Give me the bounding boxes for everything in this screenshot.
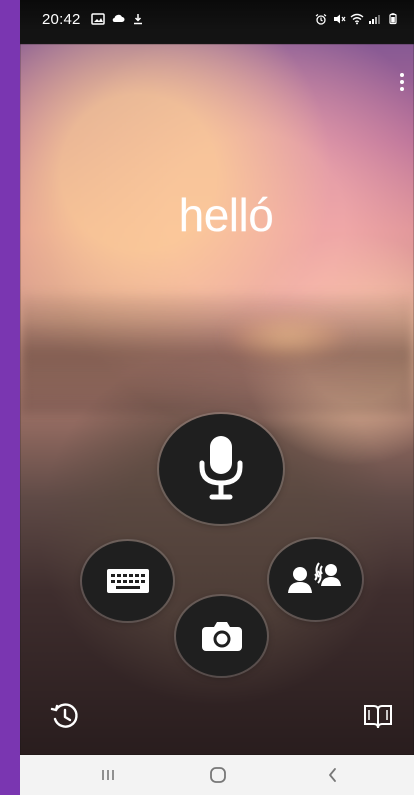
- system-navigation-bar: [20, 755, 414, 795]
- more-vertical-icon: [400, 73, 404, 77]
- voice-button[interactable]: [159, 414, 283, 524]
- status-time: 20:42: [42, 11, 81, 28]
- conversation-button[interactable]: [269, 539, 362, 620]
- back-icon: [329, 768, 336, 782]
- sun-glow: [226, 314, 346, 360]
- translation-phrase: helló: [178, 189, 274, 241]
- status-right-icons: [314, 13, 400, 25]
- phrasebook-button[interactable]: [363, 701, 393, 731]
- blurred-horizon: [20, 294, 414, 414]
- recent-apps-button[interactable]: [92, 763, 124, 787]
- download-icon: [131, 13, 145, 25]
- history-button[interactable]: [49, 700, 81, 732]
- camera-icon: [201, 622, 242, 651]
- alarm-icon: [314, 13, 328, 25]
- device-frame: 20:42 helló: [0, 0, 414, 795]
- gallery-icon: [91, 13, 105, 25]
- keyboard-icon: [106, 569, 149, 593]
- phone-screen: 20:42 helló: [20, 0, 414, 795]
- camera-button[interactable]: [176, 596, 267, 676]
- battery-icon: [386, 13, 400, 25]
- microphone-icon: [199, 436, 243, 500]
- wifi-icon: [350, 13, 364, 25]
- recent-apps-icon: [102, 770, 114, 780]
- more-options-button[interactable]: [394, 70, 410, 94]
- mute-icon: [332, 13, 346, 25]
- status-left-icons: [91, 13, 145, 25]
- phrasebook-icon: [364, 705, 392, 729]
- home-icon: [210, 767, 226, 783]
- back-button[interactable]: [317, 763, 349, 787]
- conversation-icon: [287, 561, 341, 593]
- status-bar: 20:42: [20, 0, 414, 44]
- history-icon: [50, 703, 78, 728]
- home-button[interactable]: [202, 763, 234, 787]
- cloud-icon: [111, 13, 125, 25]
- keyboard-button[interactable]: [82, 541, 173, 621]
- signal-icon: [368, 13, 382, 25]
